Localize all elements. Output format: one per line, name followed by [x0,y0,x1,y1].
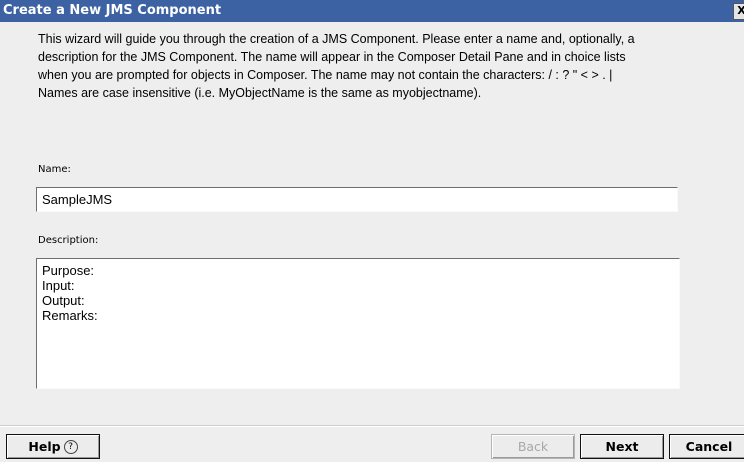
intro-line: This wizard will guide you through the c… [38,32,635,46]
description-textarea[interactable]: Purpose: Input: Output: Remarks: [36,258,680,389]
description-line: Remarks: [42,308,98,323]
title-bar[interactable]: Create a New JMS Component X [0,0,744,22]
name-label: Name: [38,164,71,175]
window-title: Create a New JMS Component [3,3,222,18]
description-line: Purpose: [42,263,95,278]
description-line: Output: [42,293,85,308]
intro-line: when you are prompted for objects in Com… [38,68,613,82]
intro-line: Names are case insensitive (i.e. MyObjec… [38,86,482,100]
button-separator [0,425,744,427]
description-label: Description: [38,235,99,246]
intro-text: This wizard will guide you through the c… [38,30,744,102]
description-line: Input: [42,278,75,293]
wizard-dialog: Create a New JMS Component X This wizard… [0,0,744,462]
name-input[interactable] [36,187,678,212]
intro-line: description for the JMS Component. The n… [38,50,626,64]
cancel-button[interactable]: Cancel [669,434,744,459]
close-icon[interactable]: X [733,3,744,20]
back-button[interactable]: Back [491,434,575,459]
next-button[interactable]: Next [580,434,664,459]
help-button-label: Help [28,439,61,454]
help-icon: ? [63,439,78,454]
help-button[interactable]: Help? [6,434,100,459]
